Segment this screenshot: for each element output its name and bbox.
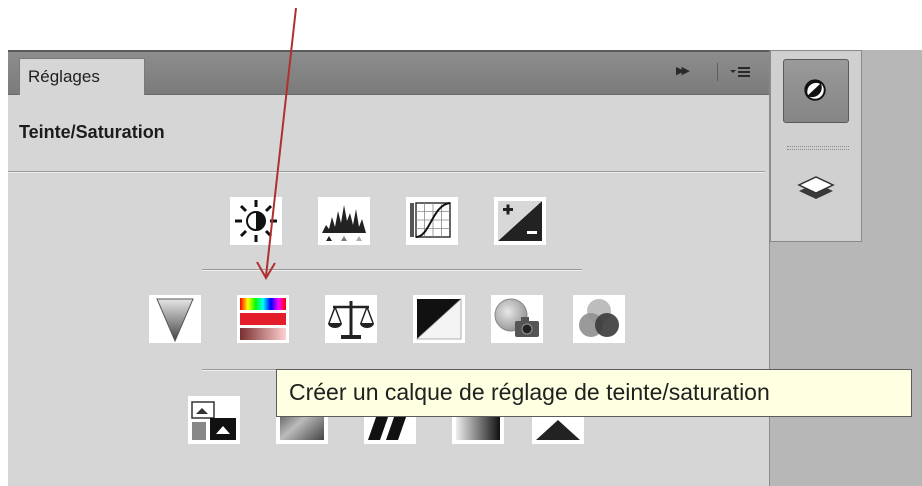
panel-title: Teinte/Saturation	[19, 122, 165, 142]
dock-grip[interactable]	[787, 146, 849, 150]
screenshot-root: Réglages ▶▶ Teinte/Saturation Créer un c…	[0, 0, 922, 486]
tab-reglages[interactable]: Réglages	[19, 58, 145, 95]
channel-mixer-icon[interactable]	[573, 295, 625, 343]
brightness-contrast-icon[interactable]	[230, 197, 282, 245]
adjustments-dock-icon[interactable]	[783, 59, 849, 123]
adjustments-panel: Réglages ▶▶ Teinte/Saturation	[8, 50, 770, 486]
photo-filter-icon[interactable]	[491, 295, 543, 343]
tab-label: Réglages	[28, 67, 100, 86]
color-balance-icon[interactable]	[325, 295, 377, 343]
exposure-icon[interactable]	[494, 197, 546, 245]
panel-menu-icon[interactable]	[728, 62, 752, 82]
levels-icon[interactable]	[318, 197, 370, 245]
divider	[8, 171, 765, 173]
tooltip: Créer un calque de réglage de teinte/sat…	[276, 369, 912, 417]
hue-saturation-icon[interactable]	[237, 295, 289, 343]
panel-dock	[770, 50, 862, 242]
black-white-icon[interactable]	[413, 295, 465, 343]
collapse-panel-button[interactable]: ▶▶	[676, 64, 690, 77]
vibrance-icon[interactable]	[149, 295, 201, 343]
invert-icon[interactable]	[188, 396, 240, 444]
tab-separator	[717, 63, 718, 81]
panel-tab-bar: Réglages ▶▶	[8, 52, 769, 95]
layers-dock-icon[interactable]	[783, 163, 849, 227]
curves-icon[interactable]	[406, 197, 458, 245]
divider	[202, 269, 582, 271]
